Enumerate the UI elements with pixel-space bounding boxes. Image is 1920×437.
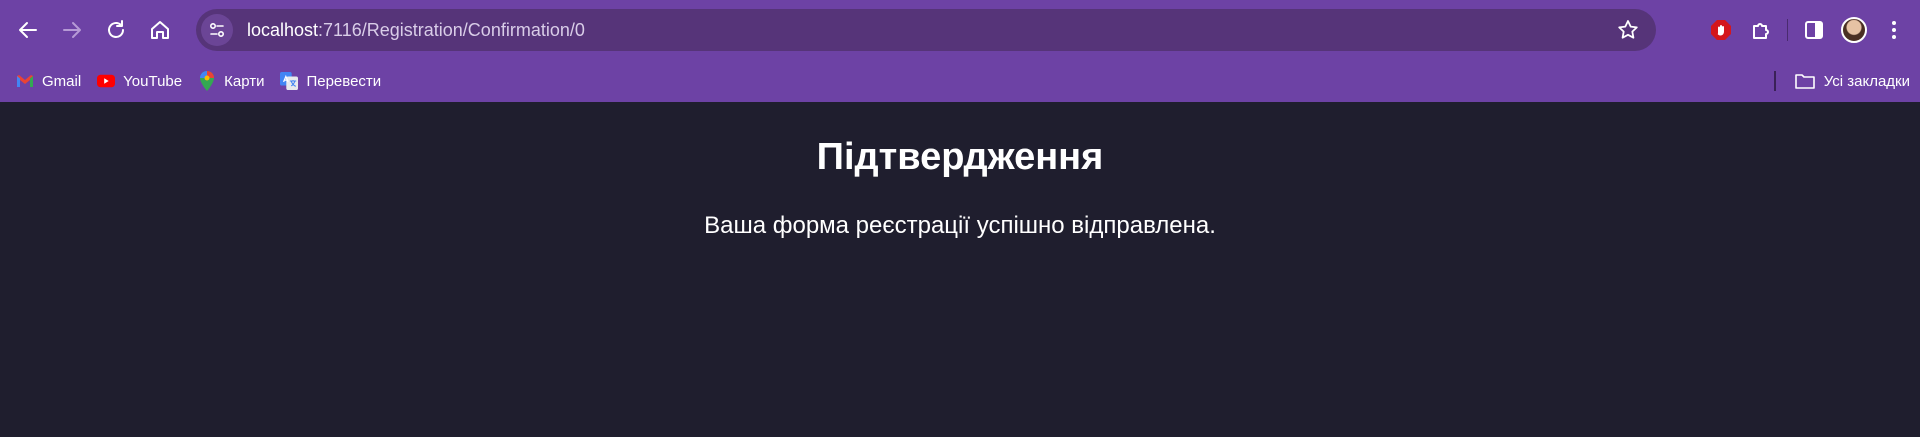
side-panel-icon	[1805, 21, 1823, 39]
home-button[interactable]	[140, 10, 180, 50]
url-path: :7116/Registration/Confirmation/0	[318, 19, 585, 40]
toolbar-actions	[1701, 10, 1920, 50]
extensions-button[interactable]	[1741, 10, 1781, 50]
maps-icon	[198, 71, 216, 91]
confirmation-message: Ваша форма реєстрації успішно відправлен…	[704, 212, 1216, 239]
site-info-button[interactable]	[201, 14, 233, 46]
adblock-extension-button[interactable]	[1701, 10, 1741, 50]
bookmark-translate[interactable]: Перевести	[272, 66, 389, 96]
avatar	[1841, 17, 1867, 43]
url-host: localhost	[247, 19, 319, 40]
all-bookmarks-area: Усі закладки	[1773, 66, 1910, 96]
arrow-left-icon	[19, 22, 37, 38]
browser-toolbar: localhost:7116/Registration/Confirmation…	[0, 0, 1920, 102]
bookmark-youtube[interactable]: YouTube	[89, 66, 190, 96]
reload-icon	[108, 20, 124, 38]
page-content: Підтвердження Ваша форма реєстрації успі…	[0, 102, 1920, 437]
toolbar-row: localhost:7116/Registration/Confirmation…	[0, 0, 1920, 60]
tune-icon	[209, 22, 225, 38]
bookmark-label: Карти	[224, 72, 265, 90]
address-bar[interactable]: localhost:7116/Registration/Confirmation…	[196, 9, 1656, 51]
youtube-icon	[97, 72, 116, 90]
reload-button[interactable]	[96, 10, 136, 50]
home-icon	[151, 21, 169, 39]
toolbar-divider	[1787, 19, 1788, 41]
all-bookmarks-label: Усі закладки	[1823, 72, 1910, 90]
bookmark-label: Gmail	[42, 72, 82, 90]
arrow-right-icon	[63, 22, 81, 38]
menu-button[interactable]	[1874, 10, 1914, 50]
back-button[interactable]	[8, 10, 48, 50]
url-text[interactable]: localhost:7116/Registration/Confirmation…	[247, 20, 585, 41]
folder-icon	[1794, 72, 1816, 90]
page-title: Підтвердження	[816, 136, 1104, 178]
bookmark-gmail[interactable]: Gmail	[8, 66, 89, 96]
adblock-icon	[1711, 20, 1731, 40]
bookmark-label: Перевести	[306, 72, 382, 90]
bookmarks-bar: Gmail YouTube Карти Перевести Усі заклад…	[0, 60, 1920, 102]
bookmark-star-icon[interactable]	[1616, 18, 1640, 42]
translate-icon	[280, 72, 299, 90]
puzzle-icon	[1753, 23, 1769, 39]
profile-button[interactable]	[1834, 10, 1874, 50]
bookmark-maps[interactable]: Карти	[190, 66, 272, 96]
forward-button[interactable]	[52, 10, 92, 50]
gmail-icon	[16, 72, 34, 90]
all-bookmarks-button[interactable]: Усі закладки	[1794, 66, 1910, 96]
side-panel-button[interactable]	[1794, 10, 1834, 50]
bookmark-label: YouTube	[123, 72, 183, 90]
bookmarks-divider	[1773, 71, 1776, 91]
kebab-menu-icon	[1892, 21, 1896, 39]
